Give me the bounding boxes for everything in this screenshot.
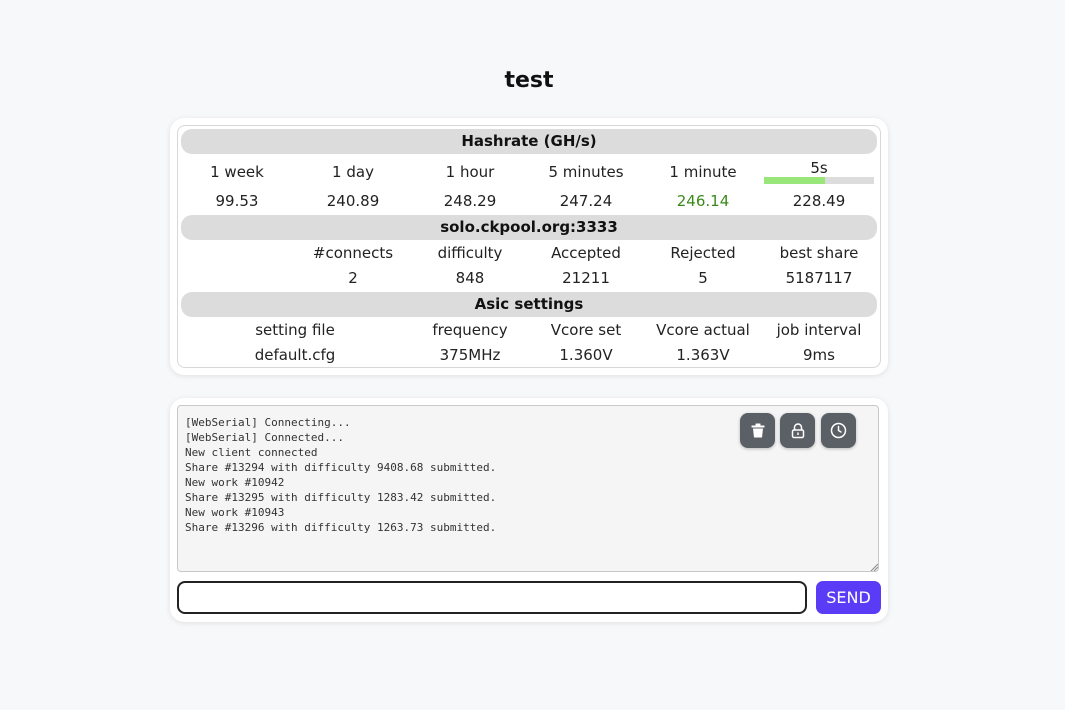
clock-icon	[830, 422, 847, 439]
hashrate-5s-progress	[764, 177, 874, 184]
hashrate-5s-progress-fill	[764, 177, 825, 184]
pool-label-difficulty: difficulty	[437, 244, 503, 262]
asic-label-setting-file: setting file	[255, 321, 335, 339]
console-card: [WebSerial] Connecting... [WebSerial] Co…	[170, 398, 888, 622]
asic-value-vcore-actual: 1.363V	[676, 346, 730, 364]
asic-value-frequency: 375MHz	[439, 346, 501, 364]
pool-value-difficulty: 848	[455, 269, 485, 287]
trash-icon	[751, 423, 764, 438]
pool-value-connects: 2	[348, 269, 358, 287]
asic-label-frequency: frequency	[432, 321, 508, 339]
hashrate-value-5min: 247.24	[559, 192, 613, 210]
scroll-lock-button[interactable]	[780, 413, 815, 448]
pool-value-accepted: 21211	[562, 269, 610, 287]
asic-value-job-interval: 9ms	[803, 346, 835, 364]
hashrate-value-1hour: 248.29	[443, 192, 497, 210]
pool-value-rejected: 5	[698, 269, 708, 287]
hashrate-label-5s: 5s	[810, 159, 828, 177]
hashrate-value-1min: 246.14	[676, 192, 730, 210]
stats-card: Hashrate (GH/s) 1 week 1 day 1 hour 5 mi…	[170, 118, 888, 375]
pool-label-accepted: Accepted	[551, 244, 621, 262]
timestamp-button[interactable]	[821, 413, 856, 448]
hashrate-value-1week: 99.53	[215, 192, 259, 210]
resize-grip-icon[interactable]	[870, 563, 878, 571]
lock-open-icon	[791, 422, 804, 438]
hashrate-label-1hour: 1 hour	[445, 163, 495, 181]
pool-value-best-share: 5187117	[785, 269, 853, 287]
clear-log-button[interactable]	[740, 413, 775, 448]
pool-label-connects: #connects	[312, 244, 394, 262]
pool-header: solo.ckpool.org:3333	[181, 215, 877, 240]
hashrate-label-1week: 1 week	[210, 163, 264, 181]
stats-table: Hashrate (GH/s) 1 week 1 day 1 hour 5 mi…	[177, 125, 881, 368]
asic-value-vcore-set: 1.360V	[559, 346, 613, 364]
hashrate-header: Hashrate (GH/s)	[181, 129, 877, 154]
asic-label-job-interval: job interval	[776, 321, 862, 339]
asic-label-vcore-set: Vcore set	[550, 321, 622, 339]
asic-value-setting-file: default.cfg	[254, 346, 336, 364]
pool-label-rejected: Rejected	[670, 244, 736, 262]
hashrate-label-1min: 1 minute	[669, 163, 737, 181]
page-title: test	[504, 68, 554, 93]
send-button[interactable]: SEND	[816, 581, 881, 614]
asic-header: Asic settings	[181, 292, 877, 317]
pool-label-best-share: best share	[779, 244, 859, 262]
hashrate-label-1day: 1 day	[332, 163, 374, 181]
hashrate-value-5s: 228.49	[792, 192, 846, 210]
asic-label-vcore-actual: Vcore actual	[656, 321, 750, 339]
hashrate-value-1day: 240.89	[326, 192, 380, 210]
command-input[interactable]	[177, 581, 807, 614]
hashrate-label-5min: 5 minutes	[548, 163, 624, 181]
